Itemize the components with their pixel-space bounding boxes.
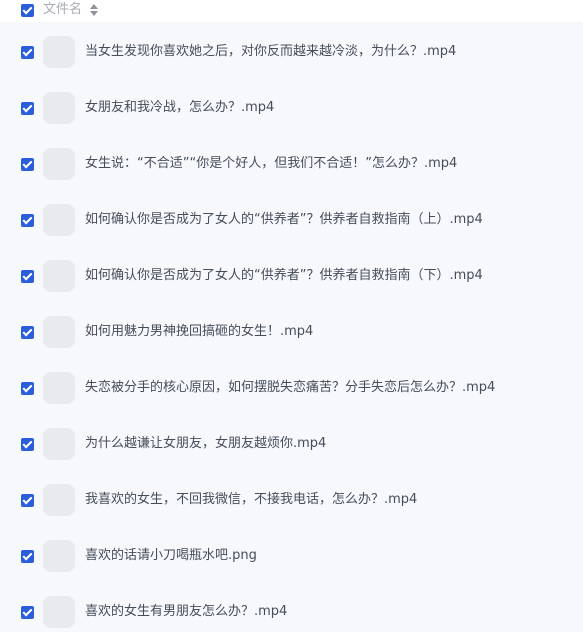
file-name[interactable]: 我喜欢的女生，不回我微信，不接我电话，怎么办？.mp4 (85, 491, 417, 509)
file-thumbnail (43, 260, 75, 292)
file-name[interactable]: 女生说：“不合适”“你是个好人，但我们不合适！”怎么办？.mp4 (85, 155, 457, 173)
list-item[interactable]: 如何用魅力男神挽回搞砸的女生！.mp4 (0, 302, 583, 358)
row-checkbox[interactable] (21, 158, 34, 171)
row-checkbox[interactable] (21, 606, 34, 619)
row-checkbox[interactable] (21, 102, 34, 115)
file-name[interactable]: 如何用魅力男神挽回搞砸的女生！.mp4 (85, 323, 313, 341)
list-item[interactable]: 女生说：“不合适”“你是个好人，但我们不合适！”怎么办？.mp4 (0, 134, 583, 190)
file-thumbnail (43, 204, 75, 236)
list-item[interactable]: 喜欢的话请小刀喝瓶水吧.png (0, 526, 583, 582)
file-name[interactable]: 失恋被分手的核心原因，如何摆脱失恋痛苦？分手失恋后怎么办？.mp4 (85, 379, 495, 397)
file-name[interactable]: 为什么越谦让女朋友，女朋友越烦你.mp4 (85, 435, 326, 453)
file-name[interactable]: 喜欢的话请小刀喝瓶水吧.png (85, 547, 257, 565)
sort-icon[interactable] (90, 3, 98, 17)
file-name[interactable]: 女朋友和我冷战，怎么办？.mp4 (85, 99, 274, 117)
list-item[interactable]: 如何确认你是否成为了女人的“供养者”？供养者自救指南（下）.mp4 (0, 246, 583, 302)
file-thumbnail (43, 596, 75, 628)
list-item[interactable]: 我喜欢的女生，不回我微信，不接我电话，怎么办？.mp4 (0, 470, 583, 526)
file-thumbnail (43, 540, 75, 572)
list-item[interactable]: 女朋友和我冷战，怎么办？.mp4 (0, 78, 583, 134)
row-checkbox[interactable] (21, 326, 34, 339)
list-item[interactable]: 当女生发现你喜欢她之后，对你反而越来越冷淡，为什么？.mp4 (0, 22, 583, 78)
file-name[interactable]: 如何确认你是否成为了女人的“供养者”？供养者自救指南（上）.mp4 (85, 211, 483, 229)
list-item[interactable]: 喜欢的女生有男朋友怎么办？.mp4 (0, 582, 583, 632)
row-checkbox[interactable] (21, 382, 34, 395)
file-thumbnail (43, 316, 75, 348)
row-checkbox[interactable] (21, 550, 34, 563)
file-thumbnail (43, 372, 75, 404)
row-checkbox[interactable] (21, 214, 34, 227)
file-thumbnail (43, 428, 75, 460)
file-name[interactable]: 喜欢的女生有男朋友怎么办？.mp4 (85, 603, 287, 621)
file-thumbnail (43, 148, 75, 180)
file-name[interactable]: 如何确认你是否成为了女人的“供养者”？供养者自救指南（下）.mp4 (85, 267, 483, 285)
file-thumbnail (43, 484, 75, 516)
list-item[interactable]: 如何确认你是否成为了女人的“供养者”？供养者自救指南（上）.mp4 (0, 190, 583, 246)
select-all-checkbox[interactable] (21, 4, 34, 17)
column-header-filename[interactable]: 文件名 (43, 1, 82, 19)
row-checkbox[interactable] (21, 270, 34, 283)
row-checkbox[interactable] (21, 438, 34, 451)
file-thumbnail (43, 36, 75, 68)
list-item[interactable]: 为什么越谦让女朋友，女朋友越烦你.mp4 (0, 414, 583, 470)
file-list: 当女生发现你喜欢她之后，对你反而越来越冷淡，为什么？.mp4 女朋友和我冷战，怎… (0, 22, 583, 632)
row-checkbox[interactable] (21, 46, 34, 59)
list-header: 文件名 (0, 0, 583, 22)
file-list-page: 文件名 当女生发现你喜欢她之后，对你反而越来越冷淡，为什么？.mp4 女朋友和我… (0, 0, 583, 632)
list-item[interactable]: 失恋被分手的核心原因，如何摆脱失恋痛苦？分手失恋后怎么办？.mp4 (0, 358, 583, 414)
file-thumbnail (43, 92, 75, 124)
row-checkbox[interactable] (21, 494, 34, 507)
file-name[interactable]: 当女生发现你喜欢她之后，对你反而越来越冷淡，为什么？.mp4 (85, 43, 456, 61)
